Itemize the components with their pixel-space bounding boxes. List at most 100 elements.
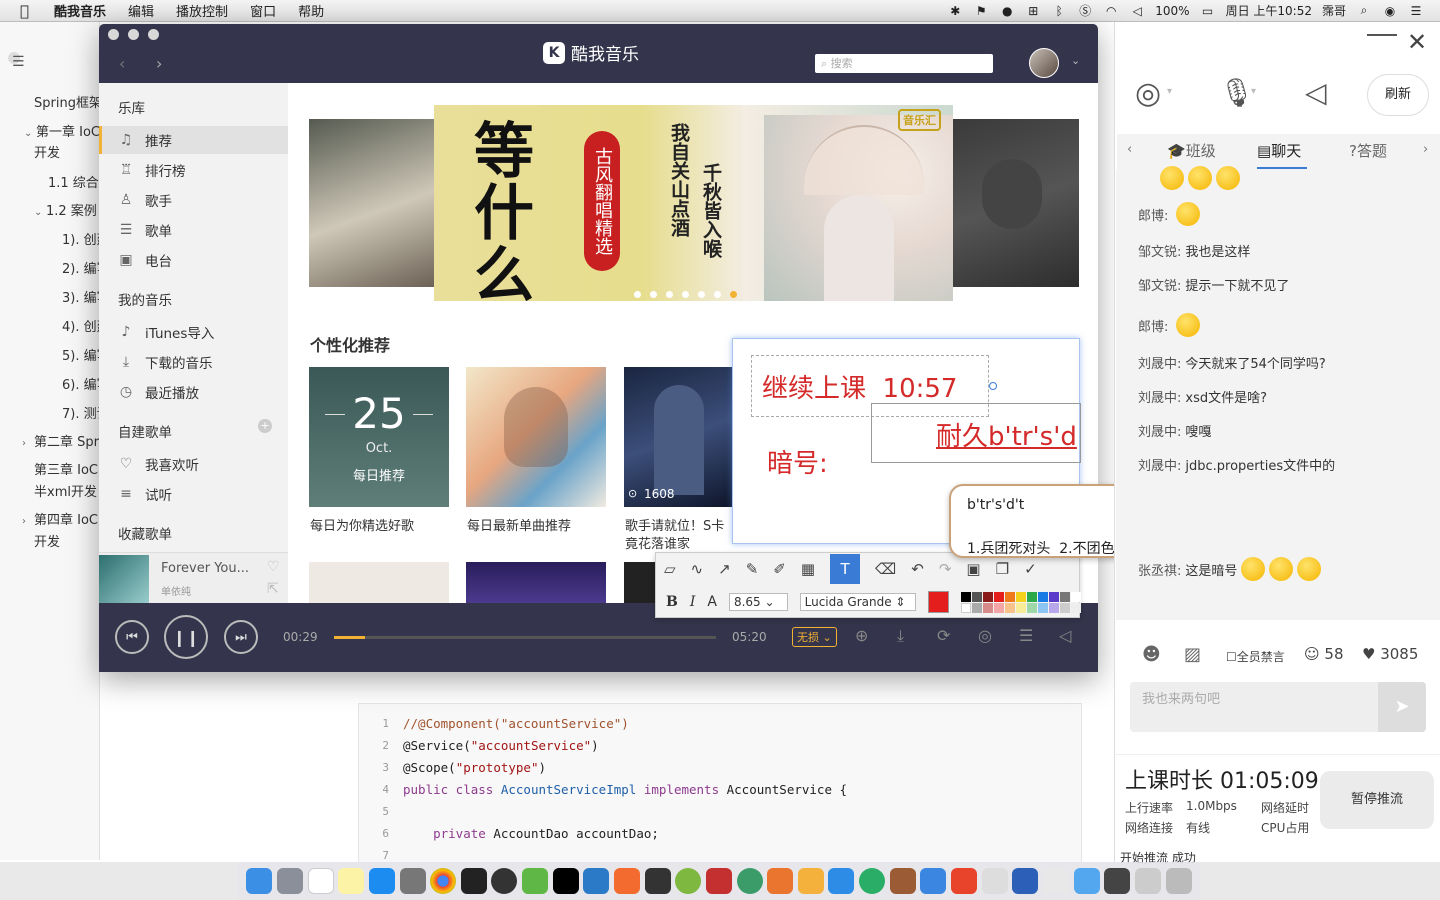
banner-dot-active[interactable] (730, 291, 737, 298)
sidebar-item[interactable]: ♡ 我喜欢听 (99, 450, 288, 478)
color-green[interactable] (1027, 591, 1037, 602)
toc-item[interactable]: 半xml开发 (34, 481, 97, 500)
lyrics-icon[interactable]: ◎ (978, 626, 992, 645)
vscode-icon[interactable] (583, 868, 610, 894)
banner-dot[interactable] (698, 291, 705, 298)
arrow-tool-icon[interactable]: ↗ (718, 560, 731, 578)
forward-arrow-icon[interactable]: › (156, 54, 162, 73)
zoom-window-button[interactable] (148, 29, 159, 40)
wechat-icon[interactable] (859, 868, 886, 894)
obs-icon[interactable] (491, 868, 518, 894)
terminal-icon[interactable] (460, 868, 487, 894)
apple-icon[interactable]:  (0, 2, 43, 20)
status-s-icon[interactable]: Ⓢ (1077, 4, 1093, 18)
postman-icon[interactable] (614, 868, 640, 894)
sidebar-item[interactable]: ☰ 歌单 (99, 216, 288, 244)
sidebar-item[interactable]: ♖ 排行榜 (99, 156, 288, 184)
toc-item[interactable]: ⌄ 第一章 IoC (24, 121, 100, 140)
banner-dot[interactable] (666, 291, 673, 298)
font-size-select[interactable]: 8.65 ⌄ (728, 593, 788, 611)
banner-dot[interactable] (634, 291, 641, 298)
mute-all-checkbox[interactable]: ☐全员禁言 (1226, 648, 1285, 665)
camera-icon[interactable]: ◎ (1135, 76, 1161, 111)
color-pink[interactable] (994, 602, 1004, 613)
app-icon[interactable] (675, 868, 702, 894)
outline-text-icon[interactable]: A (707, 594, 717, 610)
close-window-button[interactable] (108, 29, 119, 40)
chevron-right-icon[interactable]: › (22, 516, 34, 527)
color-light-gray[interactable] (972, 602, 982, 613)
toc-item[interactable]: › 第四章 IoC (22, 509, 98, 528)
app-icon[interactable] (889, 868, 916, 894)
add-icon[interactable]: ⊕ (855, 626, 868, 645)
microphone-icon[interactable]: 🎙 (1219, 76, 1255, 109)
sidebar-item[interactable]: ◷ 最近播放 (99, 378, 288, 406)
card-caption[interactable]: 歌手请就位！S卡 (625, 515, 724, 534)
app-icon[interactable] (920, 868, 947, 894)
text-tool-icon[interactable]: T (830, 553, 861, 584)
menu-window[interactable]: 窗口 (239, 1, 287, 20)
toc-item[interactable]: 第三章 IoC (34, 459, 98, 478)
word-icon[interactable] (1012, 868, 1039, 894)
download-icon[interactable]: ⤓ (897, 626, 904, 646)
toc-toggle-icon[interactable]: ☰ (12, 54, 25, 70)
sidebar-item[interactable]: ♙ 歌手 (99, 186, 288, 214)
calendar-icon[interactable] (307, 868, 334, 894)
app-icon[interactable] (951, 868, 978, 894)
app-icon[interactable] (736, 868, 763, 894)
color-light-green[interactable] (1027, 602, 1037, 613)
tab-class[interactable]: 🎓班级 (1167, 140, 1216, 161)
bold-icon[interactable]: B (666, 594, 678, 610)
color-palette[interactable] (961, 591, 1081, 613)
camera-chevron-icon[interactable]: ▾ (1167, 86, 1172, 97)
mic-chevron-icon[interactable]: ▾ (1251, 86, 1256, 97)
clock[interactable]: 周日 上午10:52 (1226, 2, 1312, 19)
menu-playback[interactable]: 播放控制 (165, 1, 239, 20)
color-light-blue[interactable] (1038, 602, 1048, 613)
toc-item[interactable]: Spring框架 (34, 92, 102, 111)
color-light-yellow[interactable] (1016, 602, 1026, 613)
banner-dot[interactable] (650, 291, 657, 298)
launchpad-icon[interactable] (276, 868, 303, 894)
sidebar-item[interactable]: ≡ 试听 (99, 480, 288, 508)
datagrip-icon[interactable] (644, 868, 671, 894)
daily-recommend-card[interactable]: 25 Oct. 每日推荐 (309, 367, 449, 507)
color-yellow[interactable] (1016, 591, 1026, 602)
color-dark-gray[interactable] (972, 591, 982, 602)
speaker-output-icon[interactable]: ◁ (1305, 76, 1327, 109)
siri-icon[interactable]: ◉ (1382, 4, 1398, 18)
battery-icon[interactable]: ▭ (1200, 4, 1216, 18)
app-icon[interactable] (828, 868, 855, 894)
folder-icon[interactable] (1073, 868, 1100, 894)
color-peach[interactable] (1005, 602, 1015, 613)
banner-side-left[interactable] (309, 119, 435, 287)
color-pale[interactable] (1071, 602, 1081, 613)
sidebar-item[interactable]: ♪ iTunes导入 (99, 318, 288, 346)
banner-dot[interactable] (682, 291, 689, 298)
card-row2-1[interactable] (309, 562, 449, 603)
app-icon[interactable] (1104, 868, 1131, 894)
undo-icon[interactable]: ↶ (911, 560, 924, 578)
image-upload-icon[interactable]: ▨ (1184, 644, 1201, 665)
color-purple[interactable] (1049, 591, 1059, 602)
wifi-icon[interactable]: ◠ (1103, 4, 1119, 18)
pause-stream-button[interactable]: 暂停推流 (1320, 771, 1434, 829)
app-store-icon[interactable] (368, 868, 395, 894)
speaker-icon[interactable]: ◁ (1059, 626, 1071, 645)
next-track-button[interactable]: ⏭ (224, 620, 258, 654)
banner-main[interactable]: 等什么君 古风翻唱精选 我自关山点酒 千秋皆入喉 音乐汇 (434, 105, 953, 301)
menu-help[interactable]: 帮助 (287, 1, 335, 20)
notification-center-icon[interactable]: ☰ (1408, 4, 1424, 18)
user-name[interactable]: 霈哥 (1322, 2, 1346, 19)
shape-tool-icon[interactable]: ▱ (664, 560, 676, 578)
app-icon[interactable] (1042, 868, 1069, 894)
quality-selector[interactable]: 无损 ⌄ (792, 627, 837, 647)
sidebar-item[interactable]: ⤓ 下载的音乐 (99, 348, 288, 376)
refresh-button[interactable]: 刷新 (1367, 74, 1429, 116)
card-row2-2[interactable] (466, 562, 606, 603)
copy-icon[interactable]: ❐ (996, 560, 1009, 578)
chevron-right-icon[interactable]: › (22, 438, 34, 449)
menu-app-name[interactable]: 酷我音乐 (43, 1, 117, 20)
curve-tool-icon[interactable]: ∿ (691, 560, 704, 578)
status-app-icon[interactable]: ✱ (947, 4, 963, 18)
